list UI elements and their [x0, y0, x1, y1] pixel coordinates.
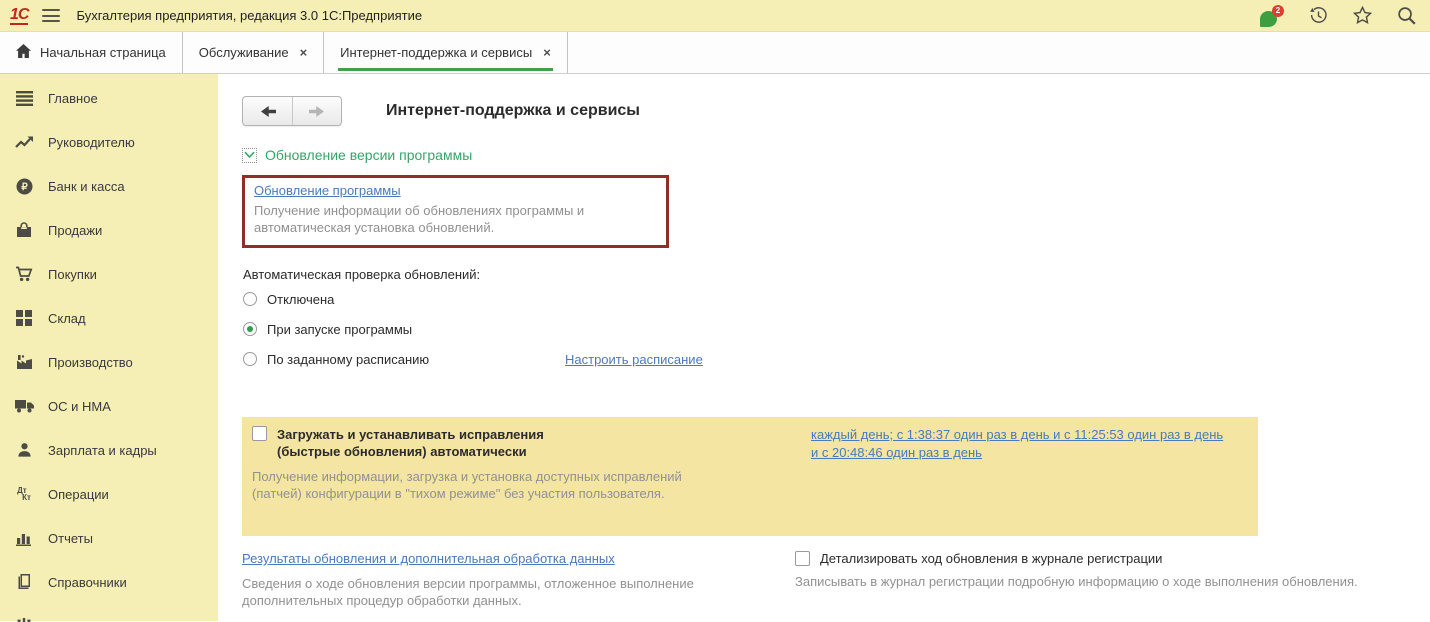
section-title: Обновление версии программы [265, 147, 472, 163]
tab-label: Интернет-поддержка и сервисы [340, 45, 532, 60]
home-icon [16, 44, 31, 61]
sidebar-item-label: Склад [48, 311, 86, 326]
sidebar-item-label: ОС и НМА [48, 399, 111, 414]
radio-option-disabled[interactable]: Отключена [243, 289, 334, 309]
top-bar: 1С Бухгалтерия предприятия, редакция 3.0… [0, 0, 1430, 32]
tab-internet-support[interactable]: Интернет-поддержка и сервисы × [324, 32, 568, 73]
sidebar-item-label: Администрирование [48, 619, 172, 622]
page-title: Интернет-поддержка и сервисы [386, 102, 640, 120]
update-program-description: Получение информации об обновлениях прог… [254, 202, 656, 236]
sidebar-item-production[interactable]: Производство [0, 340, 218, 384]
collapse-section-button[interactable] [242, 148, 257, 163]
radio-label: По заданному расписанию [267, 352, 429, 367]
truck-icon [14, 396, 34, 416]
sidebar-item-salary[interactable]: Зарплата и кадры [0, 428, 218, 472]
sidebar-item-label: Банк и касса [48, 179, 125, 194]
tab-label: Начальная страница [40, 45, 166, 60]
person-icon [14, 440, 34, 460]
tab-bar: Начальная страница Обслуживание × Интерн… [0, 32, 1430, 74]
radio-option-on-schedule[interactable]: По заданному расписанию [243, 349, 429, 369]
svg-text:₽: ₽ [21, 182, 28, 193]
history-nav-buttons [242, 96, 342, 126]
1c-logo: 1С [10, 7, 28, 25]
sidebar-item-label: Операции [48, 487, 109, 502]
tab-service[interactable]: Обслуживание × [183, 32, 324, 73]
radio-option-on-startup[interactable]: При запуске программы [243, 319, 412, 339]
patches-checkbox-label: Загружать и устанавливать исправления (б… [277, 426, 607, 460]
favorites-star-icon[interactable] [1352, 6, 1372, 26]
radio-icon[interactable] [243, 292, 257, 306]
sidebar-item-sales[interactable]: Продажи [0, 208, 218, 252]
factory-icon [14, 352, 34, 372]
app-title: Бухгалтерия предприятия, редакция 3.0 1С… [76, 8, 422, 23]
menu-icon [14, 88, 34, 108]
sidebar-item-manager[interactable]: Руководителю [0, 120, 218, 164]
sidebar-item-label: Руководителю [48, 135, 135, 150]
bag-icon [14, 220, 34, 240]
sidebar-item-label: Продажи [48, 223, 102, 238]
notification-badge: 2 [1272, 5, 1284, 17]
ruble-coin-icon: ₽ [14, 176, 34, 196]
sidebar-item-main[interactable]: Главное [0, 76, 218, 120]
sidebar-item-administration[interactable]: Администрирование [0, 604, 218, 622]
auto-check-label: Автоматическая проверка обновлений: [243, 267, 480, 282]
sidebar-item-bank[interactable]: ₽ Банк и касса [0, 164, 218, 208]
sidebar-item-purchases[interactable]: Покупки [0, 252, 218, 296]
sidebar-item-fixed-assets[interactable]: ОС и НМА [0, 384, 218, 428]
radio-selected-icon[interactable] [243, 322, 257, 336]
tab-label: Обслуживание [199, 45, 289, 60]
topbar-icons: 2 [1260, 5, 1416, 27]
gear-icon [14, 616, 34, 622]
discussions-icon[interactable]: 2 [1260, 5, 1284, 27]
update-results-description: Сведения о ходе обновления версии програ… [242, 575, 782, 609]
close-tab-icon[interactable]: × [543, 45, 551, 60]
log-detail-description: Записывать в журнал регистрации подробну… [795, 573, 1367, 590]
update-highlight-frame: Обновление программы Получение информаци… [242, 175, 669, 248]
sidebar-item-label: Зарплата и кадры [48, 443, 157, 458]
debit-credit-icon: ДтКт [14, 484, 34, 504]
sidebar-item-directories[interactable]: Справочники [0, 560, 218, 604]
main-menu-icon[interactable] [42, 9, 60, 22]
update-program-link[interactable]: Обновление программы [254, 183, 401, 198]
close-tab-icon[interactable]: × [300, 45, 308, 60]
trend-up-icon [14, 132, 34, 152]
patches-checkbox[interactable] [252, 426, 267, 441]
sidebar-item-label: Производство [48, 355, 133, 370]
history-icon[interactable] [1308, 6, 1328, 26]
sidebar-item-label: Отчеты [48, 531, 93, 546]
sidebar-item-operations[interactable]: ДтКт Операции [0, 472, 218, 516]
grid-icon [14, 308, 34, 328]
radio-label: При запуске программы [267, 322, 412, 337]
patches-highlight-panel: Загружать и устанавливать исправления (б… [242, 417, 1258, 536]
radio-icon[interactable] [243, 352, 257, 366]
cart-icon [14, 264, 34, 284]
sidebar-item-reports[interactable]: Отчеты [0, 516, 218, 560]
chevron-down-icon [244, 151, 255, 159]
section-sidebar: Главное Руководителю ₽ Банк и касса Прод… [0, 74, 218, 621]
log-detail-checkbox[interactable] [795, 551, 810, 566]
patches-description: Получение информации, загрузка и установ… [252, 468, 714, 502]
log-detail-checkbox-label: Детализировать ход обновления в журнале … [820, 551, 1162, 566]
search-icon[interactable] [1396, 6, 1416, 26]
configure-schedule-link[interactable]: Настроить расписание [565, 352, 703, 367]
radio-label: Отключена [267, 292, 334, 307]
patches-schedule-link[interactable]: каждый день; с 1:38:37 один раз в день и… [811, 427, 1223, 460]
tab-home[interactable]: Начальная страница [0, 32, 183, 73]
sidebar-item-label: Покупки [48, 267, 97, 282]
sidebar-item-warehouse[interactable]: Склад [0, 296, 218, 340]
main-content: Интернет-поддержка и сервисы Обновление … [218, 74, 1430, 621]
books-icon [14, 572, 34, 592]
bar-chart-icon [14, 528, 34, 548]
sidebar-item-label: Справочники [48, 575, 127, 590]
forward-button[interactable] [292, 97, 341, 125]
back-button[interactable] [243, 97, 292, 125]
update-results-link[interactable]: Результаты обновления и дополнительная о… [242, 551, 615, 566]
sidebar-item-label: Главное [48, 91, 98, 106]
